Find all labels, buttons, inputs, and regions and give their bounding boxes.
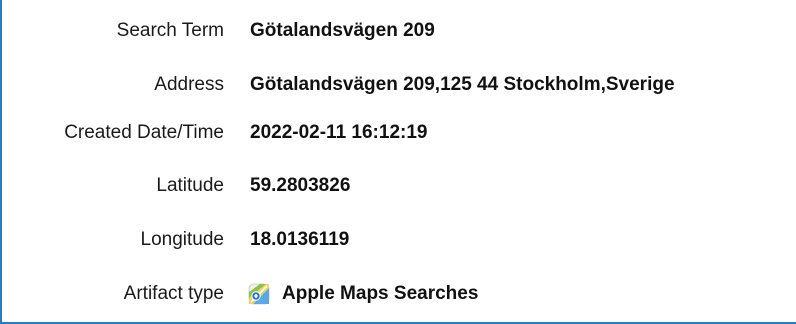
- created-label: Created Date/Time: [64, 122, 224, 143]
- created-value: 2022-02-11 16:12:19: [250, 122, 428, 143]
- address-label: Address: [154, 74, 224, 95]
- address-value: Götalandsvägen 209,125 44 Stockholm,Sver…: [250, 74, 675, 95]
- artifact-type-link[interactable]: Apple Maps Searches: [248, 283, 478, 305]
- created-row: Created Date/Time 2022-02-11 16:12:19: [2, 118, 792, 148]
- artifact-type-row: Artifact type Apple Maps Searches: [2, 279, 792, 309]
- search-term-value: Götalandsvägen 209: [250, 20, 435, 41]
- search-term-label: Search Term: [116, 20, 224, 41]
- address-row: Address Götalandsvägen 209,125 44 Stockh…: [2, 70, 792, 100]
- details-panel: Search Term Götalandsvägen 209 Address G…: [0, 0, 796, 324]
- cut-off-top-text: [2, 0, 796, 4]
- longitude-value: 18.0136119: [250, 229, 350, 250]
- apple-maps-icon: [248, 283, 270, 305]
- latitude-label: Latitude: [156, 175, 224, 196]
- longitude-label: Longitude: [140, 229, 224, 250]
- longitude-row: Longitude 18.0136119: [2, 225, 792, 255]
- artifact-type-label: Artifact type: [123, 283, 224, 304]
- latitude-row: Latitude 59.2803826: [2, 171, 792, 201]
- latitude-value: 59.2803826: [250, 175, 351, 196]
- search-term-row: Search Term Götalandsvägen 209: [2, 16, 792, 46]
- artifact-type-value: Apple Maps Searches: [282, 283, 479, 304]
